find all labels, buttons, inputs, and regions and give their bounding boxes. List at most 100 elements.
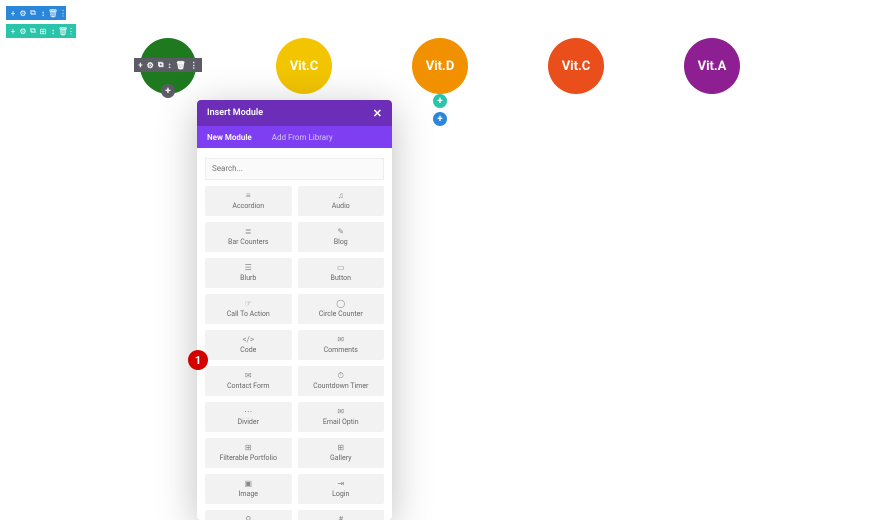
module-option[interactable]: ▭ Button [298, 258, 385, 288]
module-icon: ⇥ [337, 480, 344, 488]
row-settings-icon[interactable]: ⚙ [18, 27, 28, 36]
module-label: Blog [334, 238, 348, 246]
module-duplicate-icon[interactable]: ⧉ [158, 60, 164, 70]
module-icon: ⊞ [245, 444, 252, 452]
close-icon[interactable]: ✕ [373, 107, 382, 120]
module-icon: ✉ [245, 372, 252, 380]
insert-module-modal: Insert Module ✕ New Module Add From Libr… [197, 100, 392, 520]
module-icon: ⏱ [338, 372, 344, 380]
modal-body: ≡ Accordion ♫ Audio ≣Bar Counters ✎ Blog ☰Blurb… [197, 148, 392, 520]
module-icon: </> [242, 336, 254, 344]
module-icon: ▭ [337, 264, 345, 272]
module-option[interactable]: ♫ Audio [298, 186, 385, 216]
section-add-icon[interactable]: + [8, 9, 18, 18]
module-label: Countdown Timer [313, 382, 368, 390]
row-add-icon[interactable]: + [8, 27, 18, 36]
module-more-icon[interactable]: ⋮ [190, 61, 198, 70]
row-duplicate-icon[interactable]: ⧉ [28, 26, 38, 36]
module-icon: ≣ [245, 228, 252, 236]
module-label: Contact Form [227, 382, 270, 390]
module-option[interactable]: </> Code [205, 330, 292, 360]
tab-add-from-library[interactable]: Add From Library [262, 126, 343, 148]
vitamin-circle[interactable]: Vit.C [276, 38, 332, 94]
module-option[interactable]: ☞ Call To Action [205, 294, 292, 324]
module-option[interactable]: ▣ Image [205, 474, 292, 504]
module-grid: ≡ Accordion ♫ Audio ≣Bar Counters ✎ Blog ☰Blurb… [205, 186, 384, 520]
module-option[interactable]: ✎ Blog [298, 222, 385, 252]
module-option[interactable]: ≣Bar Counters [205, 222, 292, 252]
module-icon: ≡ [246, 192, 251, 200]
module-icon: ⚲ [245, 516, 251, 520]
module-option[interactable]: ✉ Contact Form [205, 366, 292, 396]
search-input[interactable] [205, 158, 384, 180]
module-move-icon[interactable]: ↕ [168, 61, 172, 70]
module-option[interactable]: ⊞ Gallery [298, 438, 385, 468]
module-label: Email Optin [323, 418, 359, 426]
vitamin-label: Vit.C [562, 59, 591, 74]
module-label: Divider [238, 418, 259, 426]
section-toolbar[interactable]: + ⚙ ⧉ ↕ 🗑 [6, 6, 60, 20]
vitamin-label: Vit.D [426, 59, 455, 74]
module-label: Accordion [232, 202, 264, 210]
section-settings-icon[interactable]: ⚙ [18, 9, 28, 18]
module-label: Login [332, 490, 349, 498]
section-more-button[interactable]: ⋮ [60, 6, 66, 20]
module-label: Audio [332, 202, 350, 210]
module-label: Image [239, 490, 259, 498]
section-move-icon[interactable]: ↕ [38, 9, 48, 18]
module-option[interactable]: #Number Counter [298, 510, 385, 520]
module-option[interactable]: ≡ Accordion [205, 186, 292, 216]
module-icon: ⊞ [337, 444, 344, 452]
module-option[interactable]: ☰Blurb [205, 258, 292, 288]
module-add-icon[interactable]: + [138, 61, 142, 70]
vitamin-circle[interactable]: Vit.C [548, 38, 604, 94]
module-icon: ☞ [245, 300, 252, 308]
section-delete-icon[interactable]: 🗑 [48, 9, 58, 18]
module-label: Gallery [330, 454, 351, 462]
module-icon: ⋯ [244, 408, 252, 416]
module-icon: ♫ [338, 192, 344, 200]
tab-new-module[interactable]: New Module [197, 126, 262, 148]
module-option[interactable]: ✉ Email Optin [298, 402, 385, 432]
vitamin-label: Vit.C [290, 59, 319, 74]
vitamin-label: Vit.A [698, 59, 727, 74]
modal-tabs: New Module Add From Library [197, 126, 392, 148]
module-hover-toolbar[interactable]: + ⚙ ⧉ ↕ 🗑 ⋮ [134, 58, 202, 72]
row-move-icon[interactable]: ↕ [48, 27, 58, 36]
module-option[interactable]: ⋯ Divider [205, 402, 292, 432]
section-duplicate-icon[interactable]: ⧉ [28, 8, 38, 18]
module-label: Comments [324, 346, 358, 354]
add-row-button[interactable]: + [433, 94, 447, 108]
vitamin-circle[interactable]: Vit.A [684, 38, 740, 94]
module-option[interactable]: ✉ Comments [298, 330, 385, 360]
kebab-icon: ⋮ [60, 9, 66, 18]
module-option[interactable]: ◯ Circle Counter [298, 294, 385, 324]
module-option[interactable]: ⇥ Login [298, 474, 385, 504]
row-toolbar[interactable]: + ⚙ ⧉ ⊞ ↕ 🗑 ⋮ [6, 24, 76, 38]
add-module-button[interactable]: + [161, 84, 175, 98]
module-settings-icon[interactable]: ⚙ [147, 61, 154, 70]
module-label: Filterable Portfolio [220, 454, 277, 462]
module-option[interactable]: ⏱ Countdown Timer [298, 366, 385, 396]
module-icon: # [338, 516, 343, 520]
module-icon: ✎ [337, 228, 344, 236]
module-icon: ✉ [337, 336, 344, 344]
module-label: Button [330, 274, 351, 282]
module-icon: ◯ [336, 300, 345, 308]
row-columns-icon[interactable]: ⊞ [38, 27, 48, 36]
module-label: Code [240, 346, 256, 354]
vitamin-row: Vit.A + ⚙ ⧉ ↕ 🗑 ⋮ + Vit.C Vit.D + + Vit.… [0, 38, 880, 94]
vitamin-circle[interactable]: Vit.A + ⚙ ⧉ ↕ 🗑 ⋮ + [140, 38, 196, 94]
module-delete-icon[interactable]: 🗑 [176, 61, 186, 70]
add-section-button[interactable]: + [433, 112, 447, 126]
module-label: Call To Action [227, 310, 270, 318]
module-option[interactable]: ⊞ Filterable Portfolio [205, 438, 292, 468]
module-label: Blurb [240, 274, 256, 282]
kebab-icon[interactable]: ⋮ [68, 27, 74, 36]
vitamin-circle[interactable]: Vit.D + + [412, 38, 468, 94]
module-icon: ✉ [337, 408, 344, 416]
module-option[interactable]: ⚲Map [205, 510, 292, 520]
module-icon: ▣ [244, 480, 252, 488]
modal-header: Insert Module ✕ [197, 100, 392, 126]
module-label: Circle Counter [319, 310, 363, 318]
